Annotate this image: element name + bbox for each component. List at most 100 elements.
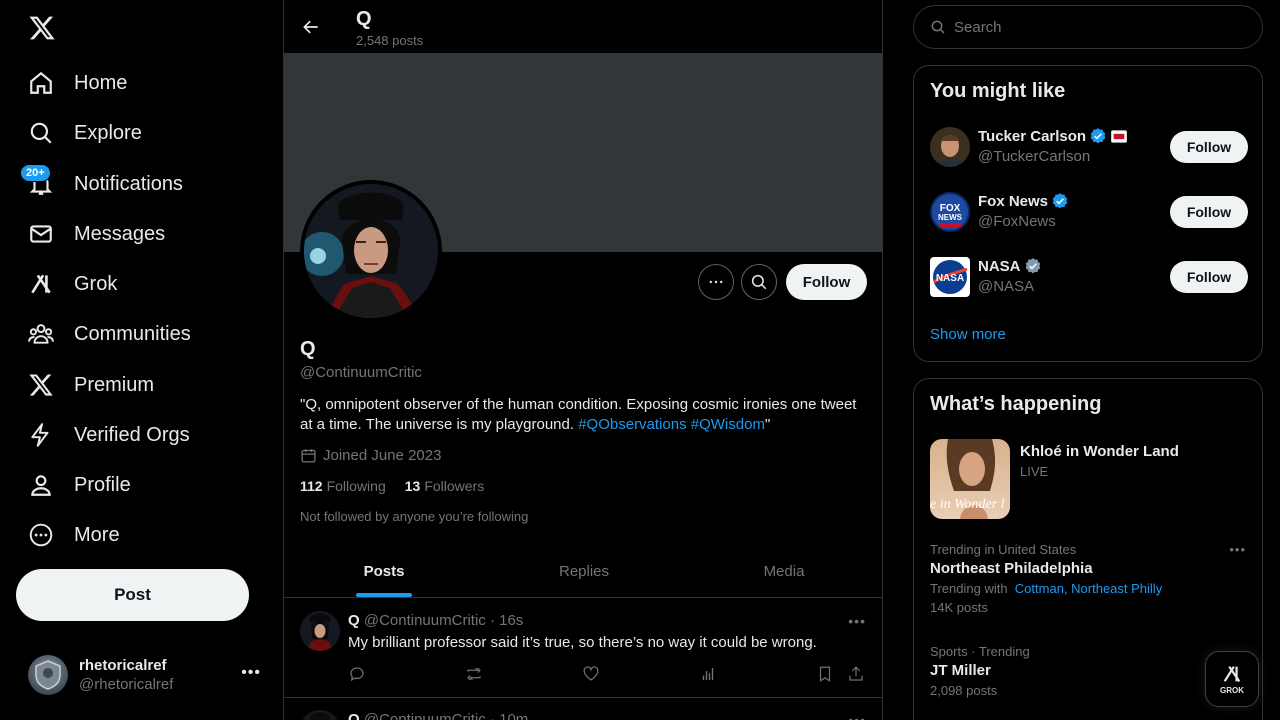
bookmark-icon[interactable] [816, 665, 834, 688]
nav-grok[interactable]: Grok [28, 264, 117, 304]
follow-button[interactable]: Follow [1170, 196, 1248, 228]
nav-profile[interactable]: Profile [28, 465, 131, 505]
nav-verified-orgs[interactable]: Verified Orgs [28, 415, 190, 455]
show-more-link[interactable]: Show more [930, 326, 1006, 343]
tab-media-label: Media [763, 562, 805, 580]
tweet-time[interactable]: 10m [499, 711, 528, 720]
tab-replies-label: Replies [558, 562, 610, 580]
calendar-icon [301, 449, 316, 463]
live-event[interactable]: e in Wonder l Khloé in Wonder Land LIVE [930, 439, 1248, 519]
suggested-account-handle: @NASA [978, 278, 1035, 295]
tweet-author-handle[interactable]: @ContinuumCritic [364, 612, 486, 629]
grok-floating-button[interactable]: GROK [1205, 651, 1259, 707]
tweet-header: Q @ContinuumCritic · 16s [348, 612, 524, 629]
suggested-account-name: Tucker Carlson [978, 127, 1128, 145]
account-handle: @rhetoricalref [79, 676, 174, 693]
bio-end: " [764, 416, 771, 433]
header-post-count: 2,548 posts [356, 33, 424, 48]
verified-badge-icon [1052, 193, 1068, 209]
tweet[interactable]: Q @ContinuumCritic · 10m ••• [284, 698, 882, 720]
nav-home[interactable]: Home [28, 63, 127, 103]
grok-icon [1223, 666, 1241, 682]
more-icon[interactable]: ••• [848, 712, 866, 720]
bell-icon: 20+ [20, 164, 54, 197]
suggested-account-name: Fox News [978, 192, 1069, 210]
people-icon [28, 321, 54, 347]
follow-button[interactable]: Follow [786, 264, 867, 300]
avatar[interactable] [300, 710, 340, 720]
tweet-author-name[interactable]: Q [348, 612, 360, 629]
trend-title: JT Miller [930, 662, 991, 679]
tweet-author-handle[interactable]: @ContinuumCritic [364, 711, 486, 720]
tab-replies[interactable]: Replies [484, 545, 684, 597]
grok-fab-label: GROK [1220, 686, 1244, 695]
repost-icon[interactable] [465, 665, 483, 688]
following-link[interactable]: 112 Following [300, 478, 386, 494]
profile-name: Q [300, 338, 316, 360]
following-count: 112 [300, 478, 323, 494]
reply-icon[interactable] [348, 665, 366, 688]
trend-item[interactable]: Sports · Trending JT Miller 2,098 posts [930, 644, 1248, 698]
hashtag-link[interactable]: #QObservations [578, 416, 686, 433]
nav-more[interactable]: More [28, 515, 120, 555]
trend-meta: Sports · Trending [930, 644, 1030, 659]
avatar[interactable] [300, 611, 340, 651]
post-button[interactable]: Post [16, 569, 249, 621]
nav-explore-label: Explore [74, 121, 142, 144]
live-event-thumbnail-text: e in Wonder l [930, 497, 1005, 512]
nav-communities-label: Communities [74, 322, 191, 345]
tweet-author-name[interactable]: Q [348, 711, 360, 720]
nav-grok-label: Grok [74, 272, 118, 295]
who-to-follow-title: You might like [930, 80, 1066, 102]
nav-notifications[interactable]: 20+ Notifications [20, 164, 183, 204]
nav-premium[interactable]: Premium [28, 365, 154, 405]
more-icon[interactable]: ••• [241, 664, 261, 682]
tab-media[interactable]: Media [684, 545, 882, 597]
suggested-account[interactable]: NASA NASA @NASA Follow [930, 257, 1248, 301]
nav-explore[interactable]: Explore [28, 113, 142, 153]
suggested-account-name-text: Fox News [978, 192, 1049, 210]
search-input[interactable] [954, 18, 1234, 36]
svg-text:NEWS: NEWS [938, 213, 963, 222]
profile-handle: @ContinuumCritic [300, 364, 422, 381]
suggested-account-name-text: NASA [978, 257, 1021, 275]
suggested-account[interactable]: Tucker Carlson @TuckerCarlson Follow [930, 127, 1248, 171]
trend-item[interactable]: Trending in United States Northeast Phil… [930, 542, 1248, 615]
tweet-header: Q @ContinuumCritic · 10m [348, 711, 528, 720]
live-event-thumbnail: e in Wonder l [930, 439, 1010, 519]
hashtag-link[interactable]: #QWisdom [691, 416, 765, 433]
nav-communities[interactable]: Communities [28, 314, 191, 354]
tweet-time[interactable]: 16s [499, 612, 523, 629]
tweet-text: My brilliant professor said it’s true, s… [348, 634, 817, 651]
tab-posts-label: Posts [363, 562, 405, 580]
more-circle-icon [28, 522, 54, 548]
account-switcher[interactable]: rhetoricalref @rhetoricalref ••• [28, 652, 273, 698]
avatar: FOX NEWS [930, 192, 970, 232]
nav-messages[interactable]: Messages [28, 214, 165, 254]
follow-button[interactable]: Follow [1170, 261, 1248, 293]
more-icon[interactable]: ••• [1229, 542, 1246, 557]
profile-avatar[interactable] [300, 180, 442, 322]
search-bar[interactable] [913, 5, 1263, 49]
views-icon[interactable] [699, 665, 717, 688]
profile-header-bar: Q 2,548 posts [284, 0, 882, 53]
x-logo-icon[interactable] [28, 14, 56, 42]
back-button[interactable] [296, 12, 326, 42]
more-options-button[interactable] [698, 264, 734, 300]
search-icon [931, 20, 945, 34]
nav-messages-label: Messages [74, 222, 166, 245]
profile-timeline: Q 2,548 posts Follow Q @ContinuumCritic … [283, 0, 883, 720]
like-icon[interactable] [582, 665, 600, 688]
tweet[interactable]: Q @ContinuumCritic · 16s ••• My brillian… [284, 599, 882, 698]
avatar [28, 655, 68, 695]
tab-posts[interactable]: Posts [284, 545, 484, 597]
suggested-account[interactable]: FOX NEWS Fox News @FoxNews Follow [930, 192, 1248, 236]
search-profile-button[interactable] [741, 264, 777, 300]
share-icon[interactable] [847, 665, 865, 688]
more-icon[interactable]: ••• [848, 613, 866, 629]
followers-link[interactable]: 13 Followers [405, 478, 484, 494]
person-icon [28, 472, 54, 498]
active-tab-indicator [356, 593, 412, 597]
trend-related-links[interactable]: Cottman, Northeast Philly [1015, 581, 1162, 596]
follow-button[interactable]: Follow [1170, 131, 1248, 163]
